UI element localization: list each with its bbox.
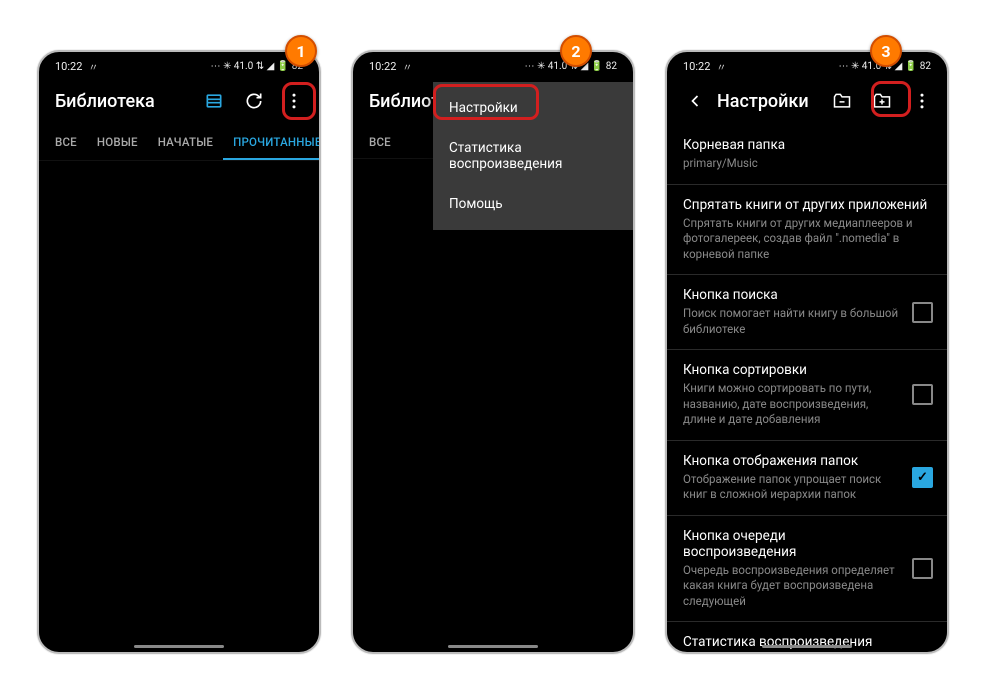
setting-subtitle: Очередь воспроизведения определяет какая… xyxy=(683,563,902,610)
setting-root-folder[interactable]: Корневая папка primary/Music xyxy=(667,125,947,184)
home-indicator xyxy=(762,645,852,648)
menu-item-help[interactable]: Помощь xyxy=(433,184,633,224)
tab-finished[interactable]: ПРОЧИТАННЫЕ xyxy=(223,125,321,160)
setting-title: Корневая папка xyxy=(683,137,933,153)
phone-screen-2: 10:22〃 ⋯ ✳ 41.0 ⇅ ◢ 🔋 82 Библиоте ВСЕ На… xyxy=(351,50,635,654)
status-time: 10:22 xyxy=(683,60,710,73)
setting-subtitle: Поиск помогает найти книгу в большой биб… xyxy=(683,306,902,337)
step-badge-1: 1 xyxy=(285,35,317,67)
step-badge-3: 3 xyxy=(870,35,902,67)
setting-title: Спрятать книги от других приложений xyxy=(683,197,933,213)
setting-search-button[interactable]: Кнопка поиска Поиск помогает найти книгу… xyxy=(667,274,947,349)
phone-screen-1: 10:22〃 ⋯ ✳ 41.0 ⇅ ◢ 🔋 82 Библиотека ВСЕ … xyxy=(37,50,321,654)
remove-folder-icon[interactable] xyxy=(825,84,859,118)
add-folder-icon[interactable] xyxy=(865,84,899,118)
view-mode-icon[interactable] xyxy=(197,84,231,118)
setting-sort-button[interactable]: Кнопка сортировки Книги можно сортироват… xyxy=(667,349,947,440)
status-bar: 10:22〃 ⋯ ✳ 41.0 ⇅ ◢ 🔋 82 xyxy=(39,52,319,77)
checkbox-icon[interactable] xyxy=(912,384,933,405)
setting-folder-button[interactable]: Кнопка отображения папок Отображение пап… xyxy=(667,440,947,515)
setting-subtitle: Статистика воспроизведения позволяет уви… xyxy=(683,653,902,654)
status-alt-icon: 〃 xyxy=(716,59,726,74)
back-icon[interactable] xyxy=(679,91,711,111)
setting-subtitle: primary/Music xyxy=(683,156,933,172)
overflow-menu: Настройки Статистика воспроизведения Пом… xyxy=(433,82,633,230)
setting-title: Кнопка поиска xyxy=(683,287,902,303)
tab-started[interactable]: НАЧАТЫЕ xyxy=(148,125,223,160)
status-alt-icon: 〃 xyxy=(402,59,412,74)
step-badge-2: 2 xyxy=(560,35,592,67)
setting-title: Кнопка отображения папок xyxy=(683,453,902,469)
tab-bar: ВСЕ НОВЫЕ НАЧАТЫЕ ПРОЧИТАННЫЕ xyxy=(39,125,319,161)
setting-hide-books[interactable]: Спрятать книги от других приложений Спря… xyxy=(667,184,947,275)
checkbox-icon[interactable] xyxy=(912,558,933,579)
status-time: 10:22 xyxy=(369,60,396,73)
status-time: 10:22 xyxy=(55,60,82,73)
more-menu-icon[interactable] xyxy=(905,84,939,118)
setting-subtitle: Отображение папок упрощает поиск книг в … xyxy=(683,472,902,503)
setting-subtitle: Книги можно сортировать по пути, названи… xyxy=(683,381,902,428)
setting-subtitle: Спрятать книги от других медиаплееров и … xyxy=(683,216,933,263)
tab-all[interactable]: ВСЕ xyxy=(359,125,401,158)
home-indicator xyxy=(134,645,224,648)
setting-queue-button[interactable]: Кнопка очереди воспроизведения Очередь в… xyxy=(667,515,947,622)
menu-item-stats[interactable]: Статистика воспроизведения xyxy=(433,128,633,184)
status-alt-icon: 〃 xyxy=(88,59,98,74)
page-title: Библиотека xyxy=(55,91,191,112)
tab-all[interactable]: ВСЕ xyxy=(45,125,87,160)
checkbox-icon[interactable]: ✓ xyxy=(912,467,933,488)
tab-new[interactable]: НОВЫЕ xyxy=(87,125,148,160)
app-bar: Настройки xyxy=(667,77,947,125)
checkbox-icon[interactable] xyxy=(912,302,933,323)
setting-playback-stats[interactable]: Статистика воспроизведения Статистика во… xyxy=(667,621,947,654)
settings-list: Корневая папка primary/Music Спрятать кн… xyxy=(667,125,947,654)
app-bar: Библиотека xyxy=(39,77,319,125)
setting-title: Кнопка сортировки xyxy=(683,362,902,378)
more-menu-icon[interactable] xyxy=(277,84,311,118)
phone-screen-3: 10:22〃 ⋯ ✳ 41.0 ⇅ ◢ 🔋 82 Настройки Корне… xyxy=(665,50,949,654)
page-title: Настройки xyxy=(717,91,819,112)
refresh-icon[interactable] xyxy=(237,84,271,118)
home-indicator xyxy=(448,645,538,648)
status-bar: 10:22〃 ⋯ ✳ 41.0 ⇅ ◢ 🔋 82 xyxy=(667,52,947,77)
menu-item-settings[interactable]: Настройки xyxy=(433,88,633,128)
setting-title: Кнопка очереди воспроизведения xyxy=(683,528,902,560)
